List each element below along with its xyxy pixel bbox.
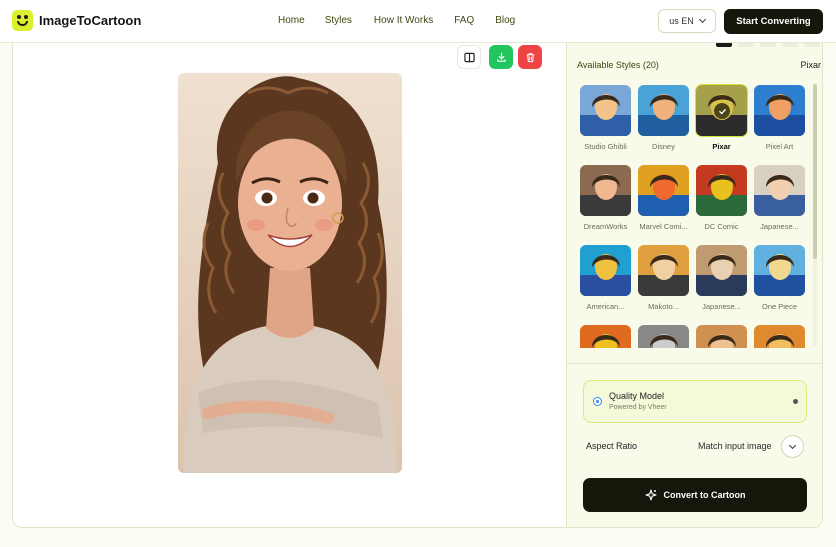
- style-option[interactable]: Disney: [637, 84, 690, 164]
- model-status-dot: [793, 399, 798, 404]
- style-thumbnail: [695, 244, 748, 297]
- language-value: us EN: [669, 16, 694, 26]
- style-option[interactable]: [579, 324, 632, 348]
- style-grid-scrollbar[interactable]: [813, 84, 817, 346]
- quality-model-option[interactable]: Quality Model Powered by Vheer: [583, 380, 807, 423]
- style-option[interactable]: Pixel Art: [753, 84, 806, 164]
- swatch-option[interactable]: [782, 43, 798, 47]
- start-converting-button[interactable]: Start Converting: [724, 9, 823, 34]
- language-select[interactable]: us EN: [658, 9, 716, 33]
- model-name: Quality Model: [609, 391, 665, 401]
- main-nav: Home Styles How It Works FAQ Blog: [278, 15, 515, 26]
- scrollbar-thumb[interactable]: [813, 84, 817, 259]
- download-button[interactable]: [489, 45, 513, 69]
- style-label: American...: [586, 302, 625, 311]
- swatch-option[interactable]: [760, 43, 776, 47]
- style-label: Japanese...: [702, 302, 741, 311]
- style-option[interactable]: Japanese...: [695, 244, 748, 324]
- download-icon: [496, 52, 506, 62]
- style-thumbnail: [579, 244, 632, 297]
- style-label: One Piece: [761, 302, 798, 311]
- divider: [567, 363, 822, 364]
- style-label: Marvel Comi...: [639, 222, 688, 231]
- style-option[interactable]: American...: [579, 244, 632, 324]
- compare-icon: [463, 52, 475, 62]
- style-label: DreamWorks: [583, 222, 628, 231]
- model-powered-by: Powered by Vheer: [609, 404, 667, 411]
- style-thumbnail: [753, 84, 806, 137]
- style-label: Pixel Art: [765, 142, 794, 151]
- convert-label: Convert to Cartoon: [663, 490, 746, 500]
- style-option[interactable]: [695, 324, 748, 348]
- styles-header: Available Styles (20) Pixar: [577, 60, 821, 70]
- top-header: ImageToCartoon Home Styles How It Works …: [0, 0, 836, 43]
- editor-panel: Available Styles (20) Pixar Studio Ghibl…: [12, 43, 823, 528]
- style-thumbnail: [753, 324, 806, 348]
- aspect-ratio-value: Match input image: [698, 441, 772, 451]
- current-style-label: Pixar: [800, 60, 821, 70]
- style-thumbnail: [579, 84, 632, 137]
- cartoon-preview-image: [178, 73, 402, 473]
- aspect-ratio-label: Aspect Ratio: [586, 441, 638, 451]
- available-styles-title: Available Styles (20): [577, 60, 659, 70]
- style-label: Makoto...: [648, 302, 679, 311]
- nav-home[interactable]: Home: [278, 15, 305, 26]
- style-label: Disney: [652, 142, 675, 151]
- aspect-ratio-dropdown[interactable]: [781, 435, 804, 458]
- nav-styles[interactable]: Styles: [325, 15, 352, 26]
- style-label: Studio Ghibli: [584, 142, 627, 151]
- swatch-option[interactable]: [738, 43, 754, 47]
- nav-blog[interactable]: Blog: [495, 15, 515, 26]
- logo-icon: [12, 10, 33, 31]
- trash-icon: [526, 52, 534, 62]
- style-thumbnail: [753, 164, 806, 217]
- style-thumbnail: [579, 164, 632, 217]
- style-thumbnail: [637, 244, 690, 297]
- style-thumbnail: [637, 324, 690, 348]
- nav-faq[interactable]: FAQ: [454, 15, 474, 26]
- chevron-down-icon: [788, 441, 797, 449]
- compare-button[interactable]: [457, 45, 481, 69]
- style-thumbnail: [637, 84, 690, 137]
- brand-name: ImageToCartoon: [39, 13, 142, 28]
- delete-button[interactable]: [518, 45, 542, 69]
- style-thumbnail: [695, 84, 748, 137]
- style-option[interactable]: Studio Ghibli: [579, 84, 632, 164]
- style-thumbnail: [637, 164, 690, 217]
- style-label: DC Comic: [704, 222, 739, 231]
- style-option[interactable]: Japanese...: [753, 164, 806, 244]
- style-label: Pixar: [712, 142, 731, 151]
- style-option[interactable]: One Piece: [753, 244, 806, 324]
- chevron-down-icon: [698, 15, 706, 24]
- sparkle-icon: [644, 489, 657, 501]
- style-option[interactable]: DC Comic: [695, 164, 748, 244]
- style-option[interactable]: [637, 324, 690, 348]
- convert-to-cartoon-button[interactable]: Convert to Cartoon: [583, 478, 807, 512]
- style-option[interactable]: Marvel Comi...: [637, 164, 690, 244]
- style-thumbnail: [753, 244, 806, 297]
- model-radio[interactable]: [593, 397, 602, 406]
- style-option[interactable]: [753, 324, 806, 348]
- style-grid-scroll[interactable]: Studio Ghibli Disney Pixar Pixel Art DreamWo…: [567, 80, 822, 348]
- view-mode-switch[interactable]: [716, 43, 820, 47]
- style-thumbnail: [695, 324, 748, 348]
- style-option[interactable]: Makoto...: [637, 244, 690, 324]
- style-thumbnail: [695, 164, 748, 217]
- style-option[interactable]: Pixar: [695, 84, 748, 164]
- style-label: Japanese...: [760, 222, 799, 231]
- style-thumbnail: [579, 324, 632, 348]
- swatch-option[interactable]: [716, 43, 732, 47]
- brand-logo[interactable]: ImageToCartoon: [12, 10, 141, 31]
- style-settings-pane: Available Styles (20) Pixar Studio Ghibl…: [566, 43, 822, 527]
- preview-pane: [13, 43, 566, 527]
- style-grid: Studio Ghibli Disney Pixar Pixel Art DreamWo…: [579, 84, 806, 348]
- swatch-option[interactable]: [804, 43, 820, 47]
- style-option[interactable]: DreamWorks: [579, 164, 632, 244]
- nav-how-it-works[interactable]: How It Works: [374, 15, 433, 26]
- check-icon: [714, 103, 730, 119]
